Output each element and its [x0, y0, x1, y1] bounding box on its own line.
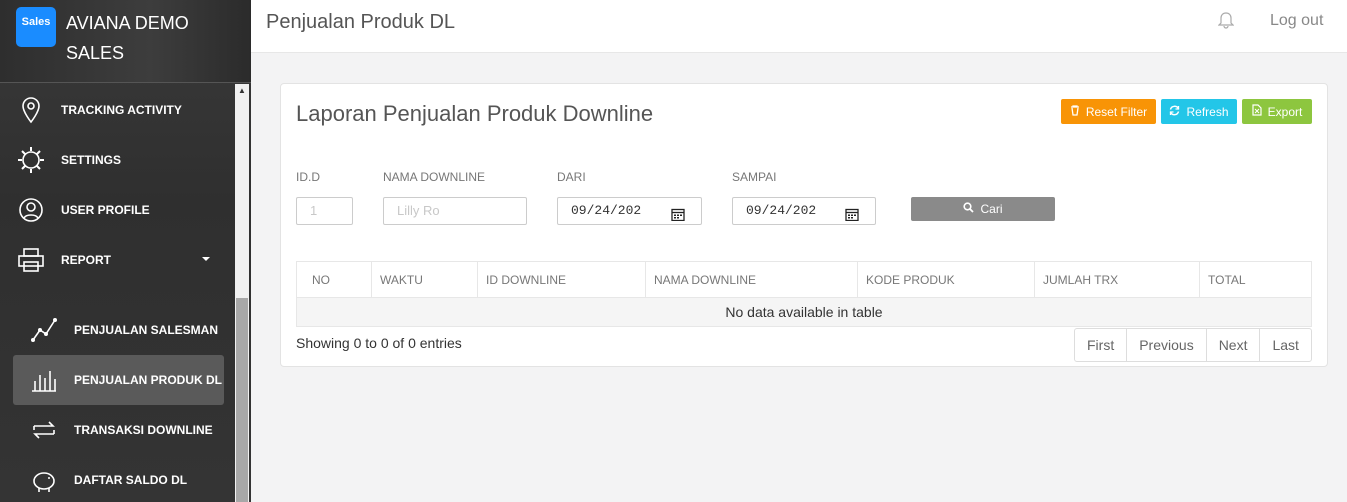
file-excel-icon: [1252, 104, 1262, 119]
pagination-previous[interactable]: Previous: [1126, 329, 1205, 361]
nama-downline-input[interactable]: Lilly Ro: [383, 197, 527, 225]
sidebar-item-penjualan-produk-dl[interactable]: PENJUALAN PRODUK DL: [13, 355, 224, 405]
pagination-last[interactable]: Last: [1259, 329, 1310, 361]
pagination-first[interactable]: First: [1075, 329, 1126, 361]
sidebar-item-label: TRACKING ACTIVITY: [61, 103, 182, 117]
sidebar-scroll-thumb[interactable]: [236, 298, 248, 502]
refresh-button[interactable]: Refresh: [1161, 99, 1237, 124]
column-header-kode-produk[interactable]: KODE PRODUK: [857, 261, 1035, 298]
sidebar: Sales AVIANA DEMO SALES TRACKING ACTIVIT…: [0, 0, 251, 502]
sampai-label: SAMPAI: [732, 170, 777, 184]
gear-icon: [15, 144, 47, 176]
sidebar-item-report[interactable]: REPORT: [0, 235, 232, 285]
bar-chart-icon: [28, 364, 60, 396]
calendar-icon[interactable]: [845, 205, 859, 231]
table-row: No data available in table: [296, 297, 1312, 327]
sidebar-item-label: PENJUALAN PRODUK DL: [74, 373, 223, 387]
column-header-waktu[interactable]: WAKTU: [371, 261, 478, 298]
user-circle-icon: [15, 194, 47, 226]
exchange-icon: [28, 414, 60, 446]
sidebar-item-label: REPORT: [61, 253, 112, 267]
location-pin-icon: [15, 94, 47, 126]
column-header-id-downline[interactable]: ID DOWNLINE: [477, 261, 646, 298]
app-logo[interactable]: Sales: [16, 7, 56, 47]
sidebar-item-transaksi-downline[interactable]: TRANSAKSI DOWNLINE: [0, 405, 232, 455]
column-header-total[interactable]: TOTAL: [1199, 261, 1312, 298]
sidebar-item-tracking-activity[interactable]: TRACKING ACTIVITY: [0, 85, 232, 135]
idd-label: ID.D: [296, 170, 320, 184]
sidebar-item-label: USER PROFILE: [61, 203, 150, 217]
calendar-icon[interactable]: [671, 205, 685, 231]
search-icon: [963, 202, 975, 216]
sidebar-header: Sales AVIANA DEMO SALES: [0, 0, 251, 83]
logout-link[interactable]: Log out: [1270, 12, 1323, 30]
sidebar-item-label: SETTINGS: [61, 153, 122, 167]
sidebar-item-user-profile[interactable]: USER PROFILE: [0, 185, 232, 235]
sidebar-item-settings[interactable]: SETTINGS: [0, 135, 232, 185]
chevron-down-icon: [202, 257, 210, 261]
page-title: Penjualan Produk DL: [266, 11, 456, 33]
scroll-up-arrow-icon[interactable]: ▲: [235, 84, 249, 98]
sidebar-item-label: DAFTAR SALDO DL: [74, 473, 188, 487]
idd-input[interactable]: 1: [296, 197, 353, 225]
pagination-next[interactable]: Next: [1205, 329, 1260, 361]
bell-icon[interactable]: [1217, 11, 1235, 34]
dari-label: DARI: [557, 170, 586, 184]
nama-downline-label: NAMA DOWNLINE: [383, 170, 486, 184]
topbar: Penjualan Produk DL Log out: [251, 0, 1347, 53]
pagination: First Previous Next Last: [1074, 328, 1312, 362]
report-table: NO WAKTU ID DOWNLINE NAMA DOWNLINE KODE …: [296, 261, 1312, 327]
column-header-jumlah-trx[interactable]: JUMLAH TRX: [1034, 261, 1200, 298]
refresh-icon: [1169, 105, 1180, 119]
table-header-row: NO WAKTU ID DOWNLINE NAMA DOWNLINE KODE …: [296, 261, 1312, 298]
sidebar-item-penjualan-salesman[interactable]: PENJUALAN SALESMAN: [0, 305, 232, 355]
sidebar-item-daftar-saldo-dl[interactable]: DAFTAR SALDO DL: [0, 455, 232, 502]
sidebar-item-label: PENJUALAN SALESMAN: [74, 323, 219, 337]
line-chart-icon: [28, 314, 60, 346]
empty-table-message: No data available in table: [296, 297, 1312, 327]
printer-icon: [15, 244, 47, 276]
brand-name: AVIANA DEMO SALES: [66, 13, 189, 63]
search-button[interactable]: Cari: [911, 197, 1055, 221]
report-card: Laporan Penjualan Produk Downline Reset …: [280, 83, 1328, 367]
column-header-nama-downline[interactable]: NAMA DOWNLINE: [645, 261, 858, 298]
card-title: Laporan Penjualan Produk Downline: [296, 101, 654, 126]
reset-filter-button[interactable]: Reset Filter: [1061, 99, 1156, 124]
sidebar-item-label: TRANSAKSI DOWNLINE: [74, 423, 213, 437]
piggy-bank-icon: [28, 464, 60, 496]
trash-icon: [1070, 104, 1080, 119]
export-button[interactable]: Export: [1242, 99, 1312, 124]
entries-info: Showing 0 to 0 of 0 entries: [296, 335, 462, 351]
column-header-no[interactable]: NO: [296, 261, 372, 298]
sampai-date-input[interactable]: 09/24/202: [732, 197, 876, 225]
dari-date-input[interactable]: 09/24/202: [557, 197, 702, 225]
